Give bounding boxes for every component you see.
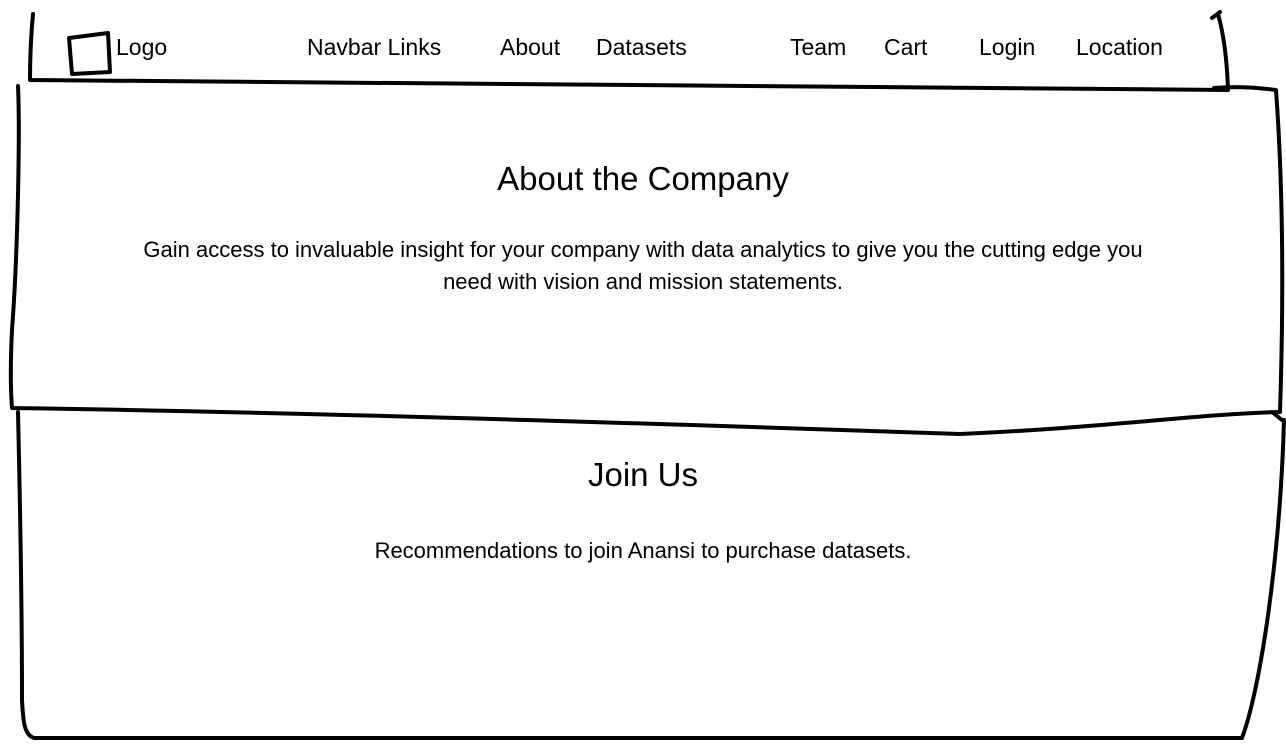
about-text-line2: need with vision and mission statements. <box>443 269 843 294</box>
nav-link-team[interactable]: Team <box>790 36 846 59</box>
about-text-line1: Gain access to invaluable insight for yo… <box>143 237 1143 262</box>
join-title: Join Us <box>587 456 699 493</box>
logo-label[interactable]: Logo <box>116 36 167 59</box>
join-text: Recommendations to join Anansi to purcha… <box>374 538 912 563</box>
nav-link-cart[interactable]: Cart <box>884 36 927 59</box>
nav-link-datasets[interactable]: Datasets <box>596 36 687 59</box>
logo-box <box>67 31 112 76</box>
navbar-links-placeholder: Navbar Links <box>307 34 442 60</box>
about-title: About the Company <box>497 160 789 197</box>
nav-link-login[interactable]: Login <box>979 36 1035 59</box>
wireframe-sketch <box>8 10 1286 740</box>
nav-link-about[interactable]: About <box>500 36 560 59</box>
nav-link-location[interactable]: Location <box>1076 36 1163 59</box>
